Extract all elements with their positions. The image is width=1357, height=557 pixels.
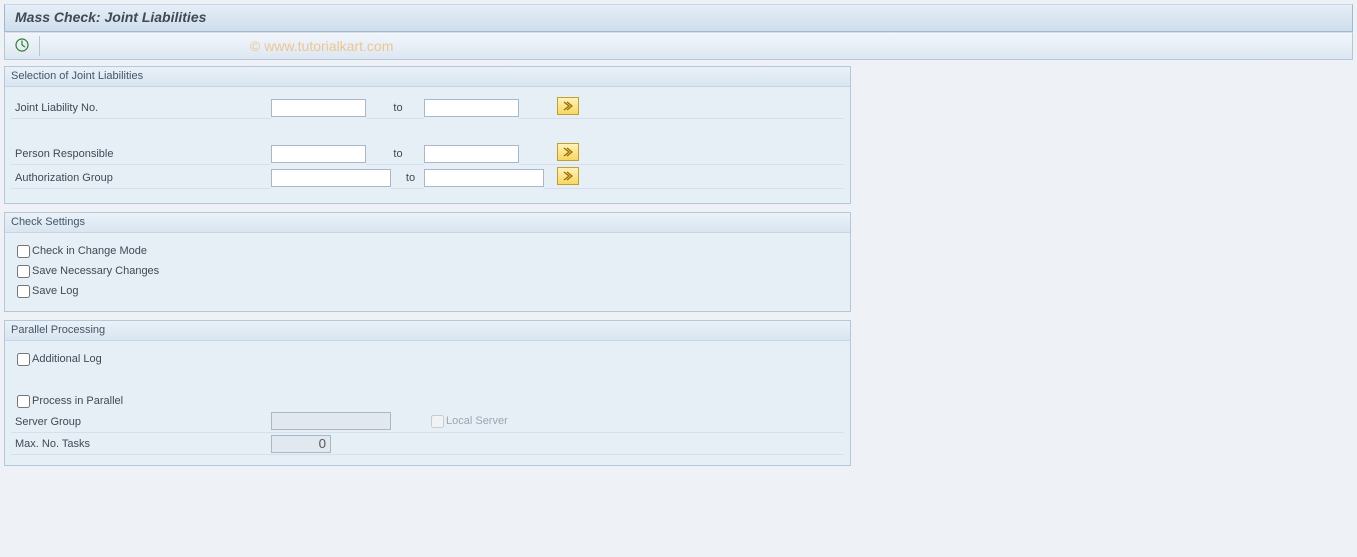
arrow-right-icon [563, 169, 573, 184]
input-joint-liability-no-from[interactable] [271, 99, 366, 117]
checkbox-check-change-mode[interactable] [17, 245, 30, 258]
label-to-1: to [366, 98, 424, 119]
group-check-settings: Check Settings Check in Change Mode Save… [4, 212, 851, 312]
execute-button[interactable] [11, 35, 33, 57]
group-selection: Selection of Joint Liabilities Joint Lia… [4, 66, 851, 204]
title-bar: Mass Check: Joint Liabilities [4, 4, 1353, 32]
label-process-parallel: Process in Parallel [32, 395, 123, 407]
input-joint-liability-no-to[interactable] [424, 99, 519, 117]
toolbar-divider [39, 36, 40, 56]
label-joint-liability-no: Joint Liability No. [11, 98, 271, 119]
multiple-selection-button-2[interactable] [557, 143, 579, 161]
multiple-selection-button-3[interactable] [557, 167, 579, 185]
row-server-group: Server Group Local Server [11, 411, 844, 433]
page-title: Mass Check: Joint Liabilities [15, 9, 1342, 25]
row-max-tasks: Max. No. Tasks [11, 433, 844, 455]
input-authorization-group-to[interactable] [424, 169, 544, 187]
multiple-selection-button-1[interactable] [557, 97, 579, 115]
group-parallel-title: Parallel Processing [5, 321, 850, 341]
execute-icon [15, 38, 29, 55]
row-joint-liability-no: Joint Liability No. to [11, 97, 844, 119]
label-person-responsible: Person Responsible [11, 144, 271, 165]
checkbox-process-parallel[interactable] [17, 395, 30, 408]
checkbox-local-server [431, 415, 444, 428]
row-authorization-group: Authorization Group to [11, 167, 844, 189]
label-server-group: Server Group [11, 412, 271, 433]
input-max-tasks [271, 435, 331, 453]
checkbox-save-log[interactable] [17, 285, 30, 298]
input-person-responsible-from[interactable] [271, 145, 366, 163]
checkbox-additional-log[interactable] [17, 353, 30, 366]
label-additional-log: Additional Log [32, 353, 102, 365]
label-check-change-mode: Check in Change Mode [32, 245, 147, 257]
checkbox-save-necessary[interactable] [17, 265, 30, 278]
arrow-right-icon [563, 99, 573, 114]
label-to-3: to [391, 168, 424, 189]
watermark-text: © www.tutorialkart.com [250, 38, 393, 54]
arrow-right-icon [563, 145, 573, 160]
input-server-group [271, 412, 391, 430]
label-authorization-group: Authorization Group [11, 168, 271, 189]
label-max-tasks: Max. No. Tasks [11, 434, 271, 455]
label-save-log: Save Log [32, 285, 78, 297]
row-person-responsible: Person Responsible to [11, 143, 844, 165]
label-to-2: to [366, 144, 424, 165]
label-save-necessary: Save Necessary Changes [32, 265, 159, 277]
input-person-responsible-to[interactable] [424, 145, 519, 163]
group-selection-title: Selection of Joint Liabilities [5, 67, 850, 87]
input-authorization-group-from[interactable] [271, 169, 391, 187]
label-local-server: Local Server [446, 411, 508, 432]
group-parallel-processing: Parallel Processing Additional Log Proce… [4, 320, 851, 466]
toolbar: © www.tutorialkart.com [4, 32, 1353, 60]
group-check-title: Check Settings [5, 213, 850, 233]
